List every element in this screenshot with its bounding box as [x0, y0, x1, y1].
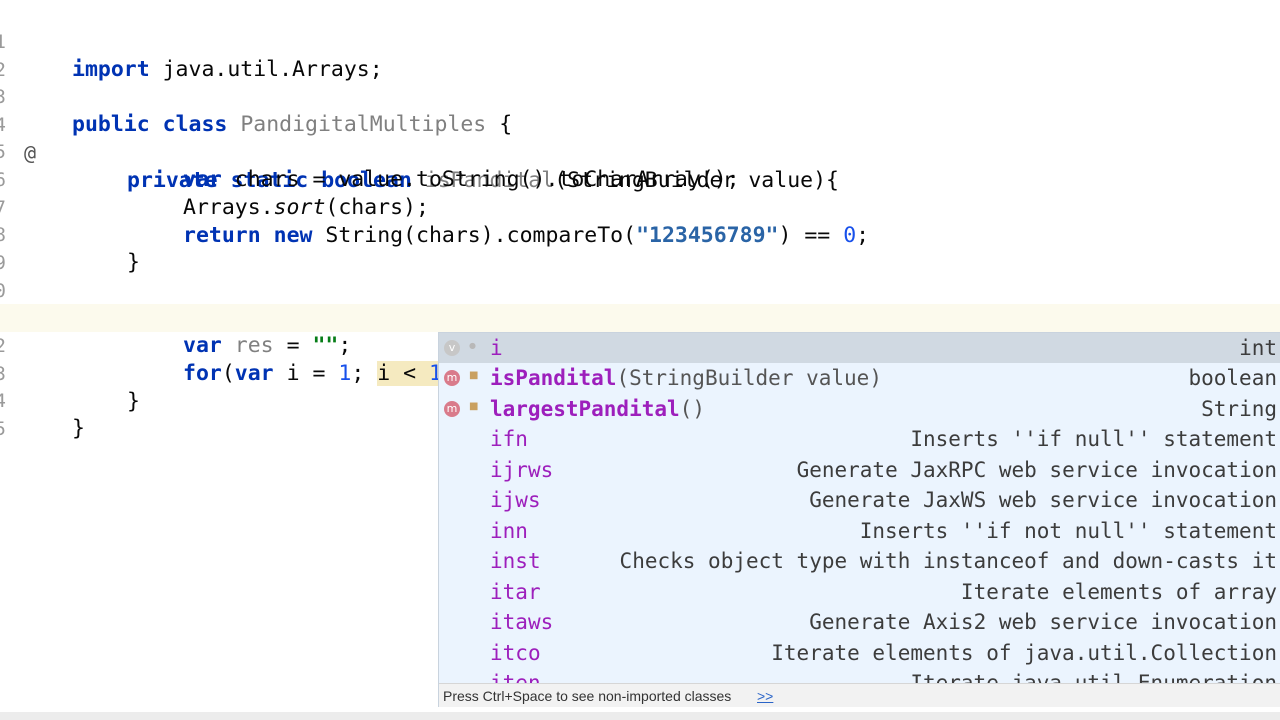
code-line[interactable]: 8 } [0, 193, 1280, 275]
code-line-current[interactable]: 2 for(var i = 1; i < 10000; i) [0, 304, 1280, 388]
match-text: i [490, 580, 503, 604]
code-line[interactable]: 4 @ private static boolean isPandital(St… [0, 83, 1280, 193]
visibility-dot-icon: ● [469, 341, 476, 350]
code-line[interactable]: 5 var chars = value.toString().toCharArr… [0, 110, 1280, 192]
completion-type: boolean [1188, 366, 1277, 390]
completion-name: fn [502, 427, 528, 451]
match-text: i [490, 458, 503, 482]
completion-item[interactable]: m ■ isPandital(StringBuilder value) bool… [439, 363, 1280, 393]
code-line[interactable]: 1 import java.util.Arrays; [0, 0, 1280, 82]
code-line[interactable]: 0 private static String largestPandital(… [0, 249, 1280, 331]
code-line[interactable]: 2 [0, 28, 1280, 81]
match-text: i [490, 641, 503, 665]
method-icon: m [444, 370, 460, 386]
completion-params: (StringBuilder value) [616, 366, 882, 390]
code-line[interactable]: 3 public class PandigitalMultiples { [0, 55, 1280, 137]
completion-item[interactable]: inn Inserts ''if not null'' statement [439, 516, 1280, 546]
match-text: i [490, 366, 503, 390]
lock-icon: ■ [469, 370, 479, 381]
match-text: i [490, 549, 503, 573]
completion-name: sPandital [502, 366, 617, 390]
completion-name: jrws [502, 458, 554, 482]
completion-item[interactable]: ifn Inserts ''if null'' statement [439, 424, 1280, 454]
completion-item[interactable]: inst Checks object type with instanceof … [439, 546, 1280, 576]
completion-description: Iterate elements of array [960, 580, 1277, 604]
line-number: 5 [0, 418, 6, 440]
completion-type: int [1239, 336, 1277, 360]
completion-item[interactable]: itco Iterate elements of java.util.Colle… [439, 638, 1280, 668]
method-icon: m [444, 401, 460, 417]
footer-hint: Press Ctrl+Space to see non-imported cla… [443, 688, 732, 704]
code-editor[interactable]: 1 import java.util.Arrays; 2 3 public cl… [0, 0, 1280, 712]
match-text: i [490, 336, 503, 360]
code-line[interactable]: 9 [0, 221, 1280, 274]
completion-type: String [1201, 397, 1277, 421]
code-line[interactable]: 6 Arrays.sort(chars); [0, 138, 1280, 220]
completion-item[interactable]: itar Iterate elements of array [439, 577, 1280, 607]
completion-item[interactable]: v ● i int [439, 333, 1280, 363]
code-line[interactable]: 1 var res = ""; [0, 276, 1280, 358]
completion-name: nst [502, 549, 541, 573]
completion-name: taws [502, 610, 554, 634]
completion-description: Inserts ''if null'' statement [910, 427, 1277, 451]
completion-description: Generate Axis2 web service invocation [809, 610, 1277, 634]
match-text: i [490, 610, 503, 634]
completion-name: tar [502, 580, 541, 604]
code-line[interactable]: 7 return new String(chars).compareTo("12… [0, 166, 1280, 248]
completion-item[interactable]: itaws Generate Axis2 web service invocat… [439, 607, 1280, 637]
variable-icon: v [444, 340, 460, 356]
completion-name: tco [502, 641, 541, 665]
completion-description: Inserts ''if not null'' statement [859, 519, 1277, 543]
completion-name: tal [641, 397, 680, 421]
completion-name: jws [502, 488, 541, 512]
code-completion-popup[interactable]: v ● i int m ■ isPandital(StringBuilder v… [438, 332, 1280, 707]
completion-description: Generate JaxRPC web service invocation [796, 458, 1277, 482]
completion-footer: Press Ctrl+Space to see non-imported cla… [439, 683, 1280, 707]
match-text: i [490, 427, 503, 451]
completion-name: largestPand [490, 397, 630, 421]
match-text: i [490, 519, 503, 543]
completion-item[interactable]: ijrws Generate JaxRPC web service invoca… [439, 455, 1280, 485]
completion-params: () [679, 397, 705, 421]
brace: } [72, 416, 85, 441]
footer-more-link[interactable]: >> [757, 684, 773, 707]
completion-item[interactable]: m ■ largestPandital() String [439, 394, 1280, 424]
match-text: i [490, 488, 503, 512]
completion-item[interactable]: ijws Generate JaxWS web service invocati… [439, 485, 1280, 515]
status-strip [0, 712, 1280, 720]
lock-icon: ■ [469, 401, 479, 412]
completion-description: Iterate elements of java.util.Collection [771, 641, 1277, 665]
completion-description: Checks object type with instanceof and d… [619, 549, 1277, 573]
completion-description: Generate JaxWS web service invocation [809, 488, 1277, 512]
completion-name: nn [502, 519, 528, 543]
match-text: i [629, 397, 642, 421]
